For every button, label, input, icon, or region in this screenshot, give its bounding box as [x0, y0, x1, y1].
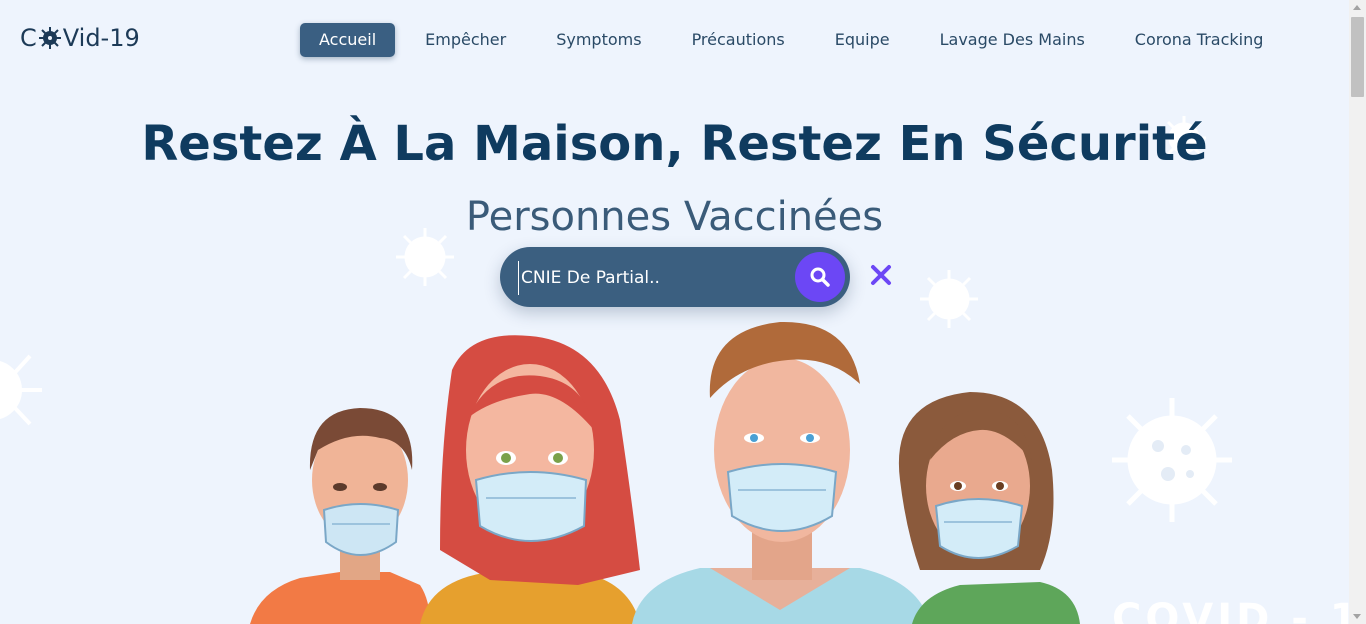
background-watermark-text: COVID - 19 [1112, 596, 1349, 624]
search-icon [810, 267, 830, 287]
virus-logo-icon [38, 27, 61, 49]
virus-decoration-icon [1112, 398, 1232, 522]
logo-suffix: Vid-19 [62, 24, 140, 52]
virus-decoration-icon [0, 354, 42, 426]
search-input[interactable] [518, 261, 783, 295]
nav-item-precautions[interactable]: Précautions [668, 23, 809, 57]
nav-item-accueil[interactable]: Accueil [300, 23, 396, 57]
person-woman-brown-hair [898, 392, 1080, 624]
nav-item-lavage-des-mains[interactable]: Lavage Des Mains [916, 23, 1109, 57]
hero-subtitle: Personnes Vaccinées [465, 194, 884, 240]
person-boy [250, 408, 430, 624]
hero-title: Restez À La Maison, Restez En Sécurité [141, 116, 1208, 172]
close-icon[interactable] [868, 262, 894, 288]
search-button[interactable] [795, 252, 845, 302]
scroll-down-icon[interactable] [1353, 614, 1361, 619]
person-man [632, 321, 930, 624]
masked-people-illustration [250, 321, 1080, 624]
nav-item-corona-tracking[interactable]: Corona Tracking [1111, 23, 1288, 57]
page-scrollbar[interactable] [1349, 0, 1366, 624]
nav-item-empecher[interactable]: Empêcher [401, 23, 530, 57]
logo-prefix: C [20, 24, 37, 52]
search-bar [500, 247, 850, 307]
scrollbar-thumb[interactable] [1351, 17, 1364, 97]
person-woman-red-hair [420, 335, 640, 624]
main-nav: Accueil Empêcher Symptoms Précautions Eq… [300, 23, 1289, 57]
scroll-up-icon[interactable] [1353, 5, 1361, 10]
page: C Vid-19 Accueil Empêcher Symptoms Préca… [0, 0, 1349, 624]
site-logo[interactable]: C Vid-19 [20, 24, 140, 52]
nav-item-symptoms[interactable]: Symptoms [532, 23, 665, 57]
nav-item-equipe[interactable]: Equipe [811, 23, 914, 57]
